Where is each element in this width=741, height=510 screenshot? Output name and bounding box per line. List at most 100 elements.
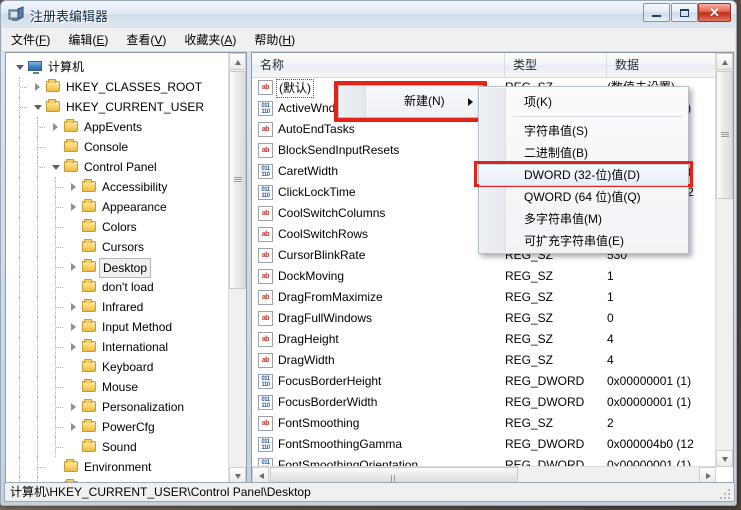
tree-node-label: Accessibility — [102, 180, 168, 194]
list-scroll-up-button[interactable] — [716, 53, 733, 70]
tree-expander-closed-icon[interactable] — [68, 397, 81, 417]
dword-value-icon: 011110 — [258, 374, 273, 389]
submenu-item-2[interactable]: 二进制值(B) — [479, 142, 688, 164]
tree-expander-closed-icon[interactable] — [68, 317, 81, 337]
submenu-item-3[interactable]: DWORD (32-位)值(D) — [479, 164, 688, 186]
value-name: CaretWidth — [278, 164, 339, 178]
table-row[interactable]: ab DockMoving REG_SZ 1 — [252, 266, 716, 287]
submenu-item-0[interactable]: 项(K) — [479, 91, 688, 113]
registry-tree[interactable]: 计算机 HKEY_CLASSES_ROOT HKEY_CURRENT_USER App… — [6, 53, 228, 484]
column-header-name[interactable]: 名称 — [252, 53, 505, 77]
tree-node-personalization[interactable]: Personalization — [6, 397, 228, 417]
tree-expander-none — [50, 137, 63, 157]
tree-node-appearance[interactable]: Appearance — [6, 197, 228, 217]
submenu-item-4[interactable]: QWORD (64 位)值(Q) — [479, 186, 688, 208]
tree-node-international[interactable]: International — [6, 337, 228, 357]
tree-node-label: Appearance — [102, 200, 167, 214]
folder-icon — [63, 457, 80, 477]
tree-node-[interactable]: 计算机 — [6, 57, 228, 77]
tree-expander-none — [68, 237, 81, 257]
tree-node-console[interactable]: Console — [6, 137, 228, 157]
string-value-icon: ab — [258, 332, 273, 347]
list-scroll-thumb[interactable] — [716, 71, 733, 199]
folder-icon — [81, 377, 98, 397]
tree-node-powercfg[interactable]: PowerCfg — [6, 417, 228, 437]
tree-node-sound[interactable]: Sound — [6, 437, 228, 457]
folder-icon — [45, 77, 62, 97]
tree-expander-closed-icon[interactable] — [68, 337, 81, 357]
tree-node-hkey-current-user[interactable]: HKEY_CURRENT_USER — [6, 97, 228, 117]
value-type: REG_DWORD — [505, 395, 585, 409]
tree-scroll-up-button[interactable] — [229, 53, 246, 70]
tree-expander-closed-icon[interactable] — [68, 177, 81, 197]
list-scroll-down-button[interactable] — [716, 450, 733, 467]
submenu-item-1[interactable]: 字符串值(S) — [479, 120, 688, 142]
list-vertical-scrollbar[interactable] — [715, 53, 733, 467]
table-row[interactable]: 011 110 FontSmoothingGamma REG_DWORD 0x00000… — [252, 434, 716, 455]
tree-node-cursors[interactable]: Cursors — [6, 237, 228, 257]
value-name: DragWidth — [278, 353, 335, 367]
tree-expander-none — [68, 357, 81, 377]
tree-expander-closed-icon[interactable] — [68, 297, 81, 317]
table-row[interactable]: 011 110 FocusBorderHeight REG_DWORD 0x000000… — [252, 371, 716, 392]
tree-node-keyboard[interactable]: Keyboard — [6, 357, 228, 377]
table-row[interactable]: 011 110 FocusBorderWidth REG_DWORD 0x0000000… — [252, 392, 716, 413]
value-type: REG_SZ — [505, 416, 554, 430]
table-row[interactable]: ab DragWidth REG_SZ 4 — [252, 350, 716, 371]
tree-vertical-scrollbar[interactable] — [228, 53, 246, 484]
minimize-icon — [644, 4, 669, 21]
tree-node-accessibility[interactable]: Accessibility — [6, 177, 228, 197]
list-column-headers: 名称 类型 数据 — [252, 53, 733, 78]
submenu-item-5[interactable]: 多字符串值(M) — [479, 208, 688, 230]
tree-node-input-method[interactable]: Input Method — [6, 317, 228, 337]
registry-tree-panel: 计算机 HKEY_CLASSES_ROOT HKEY_CURRENT_USER App… — [5, 52, 247, 485]
title-bar[interactable]: 注册表编辑器 ✕ — [1, 1, 736, 28]
value-name: DragHeight — [278, 332, 339, 346]
close-button[interactable]: ✕ — [698, 3, 731, 22]
context-submenu-new-types[interactable]: 项(K) 字符串值(S) 二进制值(B) DWORD (32-位)值(D) QWORD … — [478, 86, 689, 254]
folder-icon — [81, 317, 98, 337]
tree-expander-closed-icon[interactable] — [68, 417, 81, 437]
tree-node-environment[interactable]: Environment — [6, 457, 228, 477]
registry-editor-window: 注册表编辑器 ✕ 文件(F) 编辑(E) 查看(V) 收藏夹(A) 帮助(H) 计算机 H… — [0, 0, 737, 506]
tree-node-desktop[interactable]: Desktop — [6, 257, 228, 278]
menu-v[interactable]: 查看(V) — [117, 28, 175, 51]
tree-node-control-panel[interactable]: Control Panel — [6, 157, 228, 177]
value-type: REG_SZ — [505, 311, 554, 325]
tree-node-infrared[interactable]: Infrared — [6, 297, 228, 317]
submenu-item-6[interactable]: 可扩充字符串值(E) — [479, 230, 688, 252]
tree-node-label: Colors — [102, 220, 137, 234]
table-row[interactable]: ab DragFromMaximize REG_SZ 1 — [252, 287, 716, 308]
tree-node-colors[interactable]: Colors — [6, 217, 228, 237]
table-row[interactable]: ab FontSmoothing REG_SZ 2 — [252, 413, 716, 434]
value-name: ClickLockTime — [278, 185, 356, 199]
tree-node-don-t-load[interactable]: don't load — [6, 277, 228, 297]
minimize-button[interactable] — [643, 3, 670, 22]
table-row[interactable]: ab DragFullWindows REG_SZ 0 — [252, 308, 716, 329]
tree-expander-open-icon[interactable] — [50, 157, 63, 177]
value-name: AutoEndTasks — [278, 122, 355, 136]
menu-e[interactable]: 编辑(E) — [59, 28, 117, 51]
column-header-type[interactable]: 类型 — [505, 53, 607, 77]
tree-node-mouse[interactable]: Mouse — [6, 377, 228, 397]
tree-node-appevents[interactable]: AppEvents — [6, 117, 228, 137]
tree-expander-closed-icon[interactable] — [32, 77, 45, 97]
menu-a[interactable]: 收藏夹(A) — [175, 28, 245, 51]
tree-node-label: PowerCfg — [102, 420, 155, 434]
value-data: 1 — [607, 290, 614, 304]
tree-scroll-thumb[interactable] — [229, 71, 246, 289]
resize-grip-icon[interactable] — [720, 489, 732, 501]
value-name: FocusBorderHeight — [278, 374, 382, 388]
tree-expander-closed-icon[interactable] — [50, 117, 63, 137]
menu-h[interactable]: 帮助(H) — [245, 28, 304, 51]
tree-node-hkey-classes-root[interactable]: HKEY_CLASSES_ROOT — [6, 77, 228, 97]
table-row[interactable]: ab DragHeight REG_SZ 4 — [252, 329, 716, 350]
tree-expander-closed-icon[interactable] — [68, 257, 81, 277]
tree-expander-open-icon[interactable] — [14, 57, 27, 77]
menu-f[interactable]: 文件(F) — [2, 28, 59, 51]
tree-expander-open-icon[interactable] — [32, 97, 45, 117]
highlight-box-new — [334, 81, 487, 122]
folder-icon — [81, 337, 98, 357]
tree-expander-closed-icon[interactable] — [68, 197, 81, 217]
maximize-button[interactable] — [671, 3, 698, 22]
